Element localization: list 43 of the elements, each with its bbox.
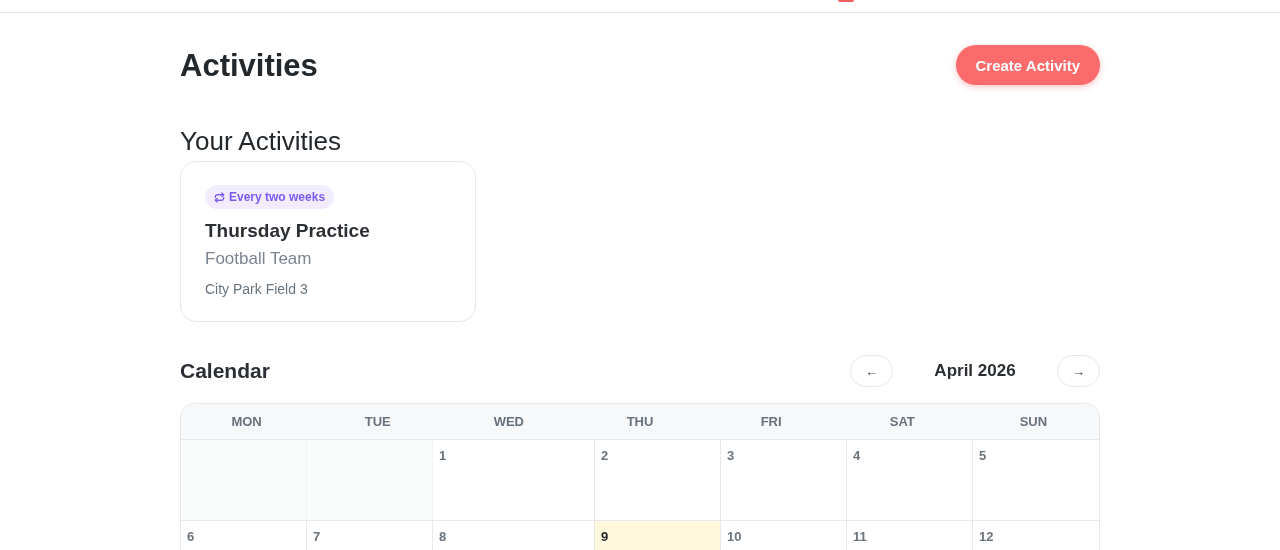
day-number: 12 [979, 529, 994, 544]
weekday-label: SUN [1018, 414, 1049, 429]
previous-month-button[interactable]: ← [850, 355, 893, 387]
day-number: 2 [601, 448, 609, 463]
day-cell[interactable]: 5 [973, 440, 1099, 520]
day-cell[interactable]: 3 [721, 440, 847, 520]
month-label: April 2026 [933, 361, 1017, 381]
day-cell[interactable]: 1 [433, 440, 595, 520]
calendar-heading: Calendar [180, 359, 270, 383]
day-cell[interactable]: 11 [847, 521, 973, 550]
day-cell[interactable]: 6 [181, 521, 307, 550]
day-number: 6 [187, 529, 195, 544]
day-cell[interactable]: 12 [973, 521, 1099, 550]
weekday-label: WED [492, 414, 525, 429]
day-number: 4 [853, 448, 861, 463]
next-month-button[interactable]: → [1057, 355, 1100, 387]
day-number: 7 [313, 529, 321, 544]
weekday-label: TUE [363, 414, 392, 429]
activity-card[interactable]: Every two weeks Thursday Practice Football Team City Park Field 3 [180, 161, 476, 322]
team-name: Football Team [205, 249, 312, 269]
day-cell[interactable]: 4 [847, 440, 973, 520]
day-cell[interactable]: 9 [595, 521, 721, 550]
day-cell[interactable]: 2 [595, 440, 721, 520]
day-number: 1 [439, 448, 447, 463]
weekday-label: FRI [759, 414, 783, 429]
weekday-label: MON [230, 414, 263, 429]
recurrence-tag: Every two weeks [205, 185, 335, 209]
day-number: 8 [439, 529, 447, 544]
day-number: 10 [727, 529, 742, 544]
day-number: 11 [853, 529, 867, 544]
activity-location: City Park Field 3 [205, 281, 308, 297]
weekday-label: THU [625, 414, 655, 429]
day-number: 9 [601, 529, 609, 544]
create-activity-button[interactable]: Create Activity [955, 45, 1100, 85]
day-number: 5 [979, 448, 987, 463]
weekday-label: SAT [888, 414, 916, 429]
activity-title: Thursday Practice [205, 220, 370, 242]
day-cell[interactable]: 7 [307, 521, 433, 550]
repeat-icon [214, 191, 225, 203]
page-title: Activities [180, 48, 318, 84]
day-cell[interactable]: 10 [721, 521, 847, 550]
section-heading: Your Activities [180, 125, 342, 157]
day-number: 3 [727, 448, 735, 463]
